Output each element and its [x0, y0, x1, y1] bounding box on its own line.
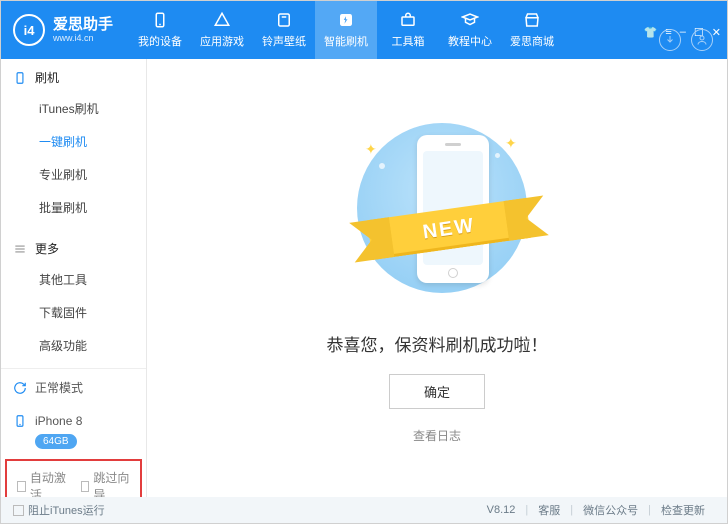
sidebar-item-advanced[interactable]: 高级功能 — [1, 329, 146, 362]
view-log-link[interactable]: 查看日志 — [413, 427, 461, 444]
phone-icon — [13, 71, 27, 85]
nav-toolbox[interactable]: 工具箱 — [377, 1, 439, 59]
refresh-icon — [13, 381, 27, 395]
success-message: 恭喜您，保资料刷机成功啦！ — [327, 331, 548, 356]
nav-my-devices[interactable]: 我的设备 — [129, 1, 191, 59]
sidebar: 刷机 iTunes刷机 一键刷机 专业刷机 批量刷机 更多 其他工具 下载固件 … — [1, 59, 147, 497]
status-bar: 阻止iTunes运行 V8.12 | 客服 | 微信公众号 | 检查更新 — [1, 497, 727, 523]
user-icon — [696, 34, 708, 46]
download-icon — [664, 34, 676, 46]
brand: i4 爱思助手 www.i4.cn — [1, 14, 129, 46]
wechat-link[interactable]: 微信公众号 — [573, 502, 648, 518]
flash-icon — [337, 11, 355, 29]
sidebar-item-download-firmware[interactable]: 下载固件 — [1, 296, 146, 329]
device-mode: 正常模式 — [1, 369, 146, 406]
store-icon — [523, 11, 541, 29]
top-nav: 我的设备 应用游戏 铃声壁纸 智能刷机 工具箱 教程中心 — [129, 1, 563, 59]
skin-button[interactable]: 👕 — [644, 26, 658, 39]
customer-service-link[interactable]: 客服 — [528, 502, 570, 518]
title-bar: i4 爱思助手 www.i4.cn 我的设备 应用游戏 铃声壁纸 智能刷机 — [1, 1, 727, 59]
nav-label: 智能刷机 — [324, 33, 368, 49]
sidebar-item-oneclick-flash[interactable]: 一键刷机 — [1, 125, 146, 158]
nav-label: 工具箱 — [392, 33, 425, 49]
brand-logo-icon: i4 — [13, 14, 45, 46]
success-illustration: ✦ ✦ ✦ NEW — [327, 113, 547, 313]
storage-badge: 64GB — [35, 434, 77, 449]
nav-tutorials[interactable]: 教程中心 — [439, 1, 501, 59]
sidebar-group-more: 更多 — [1, 230, 146, 263]
version-label: V8.12 — [477, 504, 526, 516]
brand-name: 爱思助手 — [53, 17, 113, 32]
nav-ringtones[interactable]: 铃声壁纸 — [253, 1, 315, 59]
ringtone-icon — [275, 11, 293, 29]
sidebar-item-batch-flash[interactable]: 批量刷机 — [1, 191, 146, 224]
checkbox-label: 阻止iTunes运行 — [28, 502, 105, 518]
sidebar-heading: 更多 — [35, 240, 59, 257]
check-update-link[interactable]: 检查更新 — [651, 502, 715, 518]
nav-label: 爱思商城 — [510, 33, 554, 49]
sidebar-item-itunes-flash[interactable]: iTunes刷机 — [1, 92, 146, 125]
brand-url: www.i4.cn — [53, 34, 113, 43]
sidebar-group-flash: 刷机 — [1, 59, 146, 92]
nav-label: 我的设备 — [138, 33, 182, 49]
nav-store[interactable]: 爱思商城 — [501, 1, 563, 59]
sidebar-item-pro-flash[interactable]: 专业刷机 — [1, 158, 146, 191]
nav-smart-flash[interactable]: 智能刷机 — [315, 1, 377, 59]
close-button[interactable]: ✕ — [712, 26, 721, 39]
sidebar-heading: 刷机 — [35, 69, 59, 86]
star-icon: ✦ — [505, 135, 517, 152]
device-name: iPhone 8 — [35, 414, 82, 428]
nav-label: 应用游戏 — [200, 33, 244, 49]
checkbox-block-itunes[interactable]: 阻止iTunes运行 — [13, 502, 105, 518]
device-block[interactable]: iPhone 8 64GB — [1, 406, 146, 459]
phone-icon — [13, 414, 27, 428]
nav-label: 铃声壁纸 — [262, 33, 306, 49]
toolbox-icon — [399, 11, 417, 29]
sidebar-item-other-tools[interactable]: 其他工具 — [1, 263, 146, 296]
star-icon: ✦ — [365, 141, 377, 158]
device-icon — [151, 11, 169, 29]
main-panel: ✦ ✦ ✦ NEW 恭喜您，保资料刷机成功啦！ 确定 查看日志 — [147, 59, 727, 497]
nav-label: 教程中心 — [448, 33, 492, 49]
ok-button[interactable]: 确定 — [389, 374, 485, 409]
download-button[interactable] — [659, 29, 681, 51]
nav-apps-games[interactable]: 应用游戏 — [191, 1, 253, 59]
apps-icon — [213, 11, 231, 29]
more-icon — [13, 242, 27, 256]
tutorial-icon — [461, 11, 479, 29]
mode-label: 正常模式 — [35, 379, 83, 396]
account-button[interactable] — [691, 29, 713, 51]
